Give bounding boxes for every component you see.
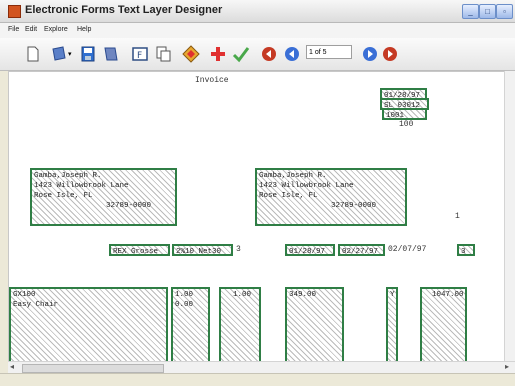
ship-via-field[interactable]: 3 <box>457 244 475 256</box>
title-bar: Electronic Forms Text Layer Designer _ □… <box>0 0 515 23</box>
svg-text:F: F <box>137 51 142 61</box>
document-canvas[interactable]: Invoice 01/28/97 SL 03012 1001 100 Gamba… <box>8 71 506 363</box>
book-icon[interactable] <box>102 45 120 63</box>
amount-field[interactable]: 1047.00 <box>420 287 467 362</box>
page-number-text: 1 <box>455 212 460 221</box>
account-number-text: 100 <box>399 120 414 129</box>
due-date-text: 02/07/97 <box>388 245 427 254</box>
app-icon <box>8 5 21 18</box>
first-page-icon[interactable] <box>260 45 278 63</box>
menu-help[interactable]: Help <box>77 26 91 33</box>
bill-to-field[interactable]: Gamba,Joseph R. 1423 Willowbrook Lane Ro… <box>30 168 177 226</box>
terms-field[interactable]: 2%10 Net30 <box>172 244 233 256</box>
menu-explore[interactable]: Explore <box>44 26 68 33</box>
diamond-icon[interactable] <box>182 45 200 63</box>
price-field[interactable]: 1.00 <box>219 287 261 362</box>
app-window: Electronic Forms Text Layer Designer _ □… <box>0 0 515 386</box>
checkmark-icon[interactable] <box>232 45 250 63</box>
last-page-icon[interactable] <box>381 45 399 63</box>
invoice-heading: Invoice <box>195 76 229 85</box>
minimize-button[interactable]: _ <box>462 4 479 19</box>
next-page-icon[interactable] <box>361 45 379 63</box>
field-icon[interactable]: F <box>131 45 149 63</box>
open-icon[interactable] <box>50 45 68 63</box>
scroll-left-icon[interactable]: ◂ <box>10 362 14 371</box>
tax-flag-field[interactable]: Y <box>386 287 398 362</box>
status-bar <box>0 373 515 386</box>
previous-page-icon[interactable] <box>283 45 301 63</box>
account-field[interactable]: 1001 <box>382 108 427 120</box>
vertical-scrollbar[interactable] <box>504 71 515 361</box>
new-page-icon[interactable] <box>24 45 42 63</box>
toolbar: ▾ F <box>0 38 515 71</box>
ship-to-field[interactable]: Gamba,Joseph R. 1423 Willowbrook Lane Ro… <box>255 168 407 226</box>
maximize-button[interactable]: □ <box>479 4 496 19</box>
scroll-right-icon[interactable]: ▸ <box>505 362 509 371</box>
save-icon[interactable] <box>79 45 97 63</box>
menu-file[interactable]: File <box>8 26 19 33</box>
scroll-thumb[interactable] <box>22 364 164 373</box>
salesperson-field[interactable]: REX Grosse <box>109 244 170 256</box>
terms-suffix-text: 3 <box>236 245 241 254</box>
restore-button[interactable]: ▫ <box>496 4 513 19</box>
unit-price-field[interactable]: 349.00 <box>285 287 344 362</box>
menu-bar: File Edit Explore Help <box>0 23 515 38</box>
item-code-field[interactable]: GX100 Easy Chair <box>9 287 168 362</box>
ship-date-field[interactable]: 02/27/97 <box>338 244 385 256</box>
window-title: Electronic Forms Text Layer Designer <box>25 4 223 16</box>
copy-icon[interactable] <box>154 45 172 63</box>
menu-edit[interactable]: Edit <box>25 26 37 33</box>
page-indicator[interactable]: 1 of 5 <box>306 45 352 59</box>
order-date-field[interactable]: 01/28/97 <box>285 244 335 256</box>
add-icon[interactable] <box>209 45 227 63</box>
quantity-field[interactable]: 1.00 0.00 <box>171 287 210 362</box>
open-dropdown-icon[interactable]: ▾ <box>68 50 74 58</box>
